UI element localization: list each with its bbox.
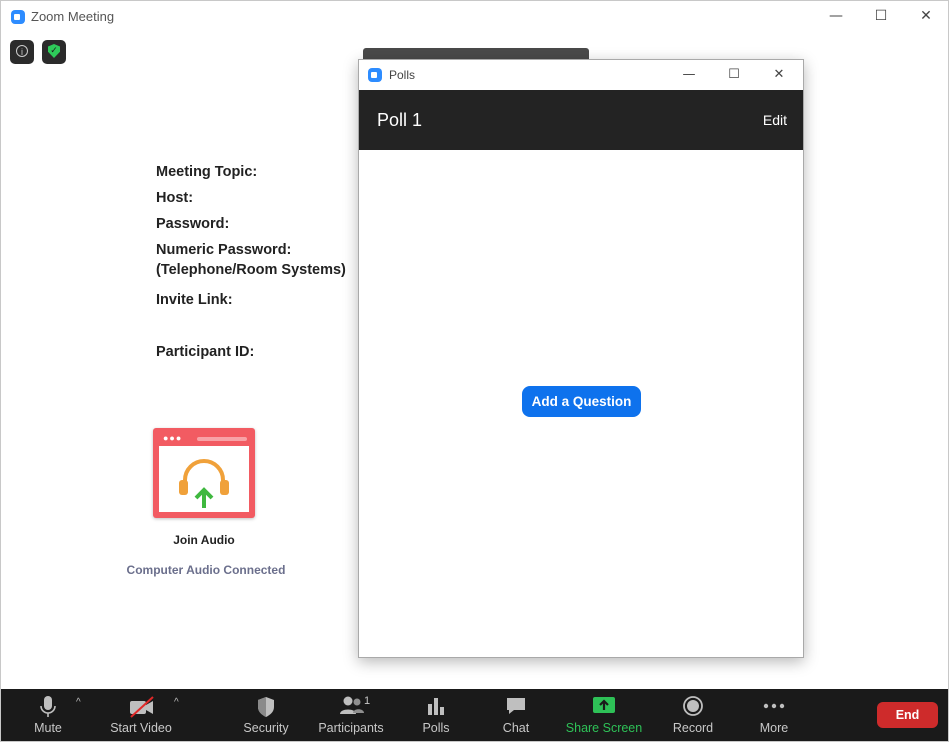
share-screen-button[interactable]: Share Screen <box>565 689 643 741</box>
headphones-panel <box>159 446 249 512</box>
add-question-button[interactable]: Add a Question <box>522 386 641 417</box>
polls-label: Polls <box>422 721 450 735</box>
polls-bar-chart-icon <box>428 698 444 715</box>
participant-id-label: Participant ID: <box>156 344 255 360</box>
more-dots-icon <box>763 703 785 709</box>
main-window-title: Zoom Meeting <box>31 9 115 24</box>
polls-titlebar: Polls — ☐ ✕ <box>359 60 803 90</box>
chat-bubble-icon <box>507 698 525 714</box>
window-dots-icon: ●●● <box>163 433 183 443</box>
audio-status-text: Computer Audio Connected <box>126 563 286 577</box>
start-video-label: Start Video <box>110 721 172 735</box>
end-meeting-button[interactable]: End <box>877 702 938 728</box>
start-video-button[interactable]: Start Video <box>107 689 175 741</box>
participants-button[interactable]: 1 Participants <box>317 689 385 741</box>
polls-minimize-button[interactable]: — <box>673 64 705 86</box>
minimize-button[interactable]: — <box>820 5 852 27</box>
invite-link-label: Invite Link: <box>156 292 233 308</box>
more-label: More <box>759 721 789 735</box>
encryption-shield-icon[interactable] <box>42 40 66 64</box>
video-options-chevron-icon[interactable]: ^ <box>174 697 179 708</box>
shield-icon <box>258 697 274 717</box>
polls-button[interactable]: Polls <box>415 689 457 741</box>
video-off-icon <box>130 696 154 718</box>
join-audio-label: Join Audio <box>173 533 235 547</box>
numeric-password-label: Numeric Password: <box>156 242 292 258</box>
host-label: Host: <box>156 190 194 206</box>
main-titlebar: Zoom Meeting — ☐ ✕ <box>1 1 948 33</box>
poll-edit-link[interactable]: Edit <box>763 112 787 128</box>
join-audio-button[interactable]: ●●● <box>153 428 255 518</box>
mute-button[interactable]: Mute <box>23 689 73 741</box>
headphones-upload-icon <box>179 459 229 508</box>
share-screen-icon <box>593 697 615 713</box>
zoom-app-icon <box>368 68 382 82</box>
polls-maximize-button[interactable]: ☐ <box>718 64 750 86</box>
record-label: Record <box>672 721 714 735</box>
poll-title: Poll 1 <box>377 110 423 130</box>
security-button[interactable]: Security <box>239 689 293 741</box>
audio-options-chevron-icon[interactable]: ^ <box>76 697 81 708</box>
meeting-info-icon[interactable] <box>10 40 34 64</box>
meeting-topic-label: Meeting Topic: <box>156 164 258 180</box>
close-button[interactable]: ✕ <box>910 5 942 27</box>
participants-label: Participants <box>318 721 384 735</box>
numeric-password-sublabel: (Telephone/Room Systems) <box>156 262 346 278</box>
participants-count: 1 <box>364 695 371 707</box>
password-label: Password: <box>156 216 230 232</box>
security-label: Security <box>243 721 289 735</box>
polls-window: Polls — ☐ ✕ Poll 1 Edit Add a Question <box>358 59 804 658</box>
zoom-main-window: Zoom Meeting — ☐ ✕ Meeting Topic: Host: … <box>0 0 949 742</box>
chat-button[interactable]: Chat <box>495 689 537 741</box>
participants-icon <box>340 696 364 714</box>
polls-window-title: Polls <box>389 68 416 82</box>
meeting-toolbar: Mute ^ Start Video ^ Security 1 Particip… <box>1 689 948 741</box>
more-button[interactable]: More <box>753 689 795 741</box>
mute-label: Mute <box>34 721 62 735</box>
poll-header: Poll 1 Edit <box>359 90 803 150</box>
zoom-app-icon <box>11 10 25 24</box>
maximize-button[interactable]: ☐ <box>865 5 897 27</box>
microphone-icon <box>40 696 56 717</box>
chat-label: Chat <box>502 721 530 735</box>
record-button[interactable]: Record <box>671 689 715 741</box>
window-bar-decoration <box>197 437 247 441</box>
share-screen-label: Share Screen <box>565 721 643 735</box>
polls-close-button[interactable]: ✕ <box>763 64 795 86</box>
record-icon <box>683 696 703 716</box>
